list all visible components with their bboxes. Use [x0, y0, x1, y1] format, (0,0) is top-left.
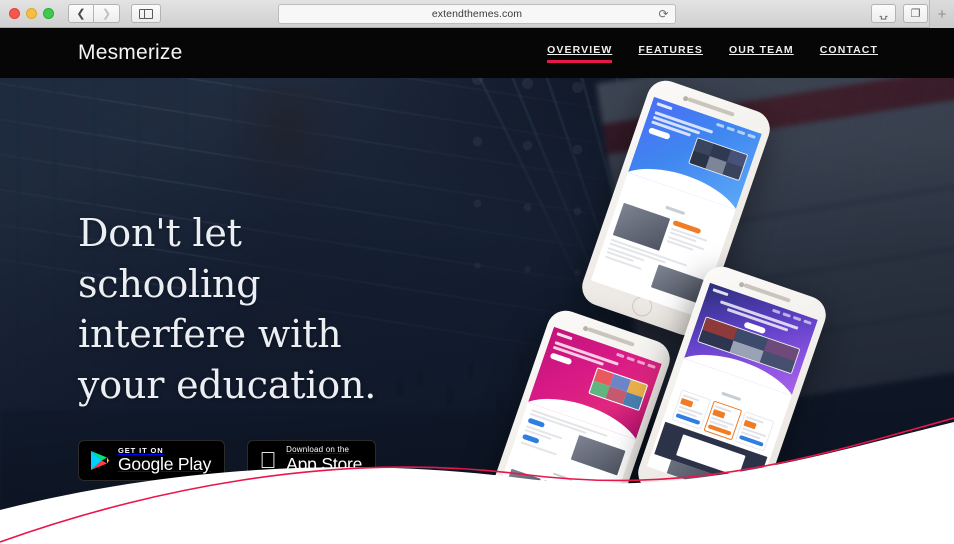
show-tabs-icon: ❐	[910, 8, 921, 20]
back-button[interactable]: ❮	[68, 4, 94, 23]
url-text: extendthemes.com	[431, 8, 523, 20]
share-icon: ⍽	[879, 8, 888, 20]
plus-icon: +	[937, 5, 947, 23]
nav-item-our-team[interactable]: OUR TEAM	[729, 44, 794, 63]
chevron-right-icon: ❯	[101, 8, 112, 20]
browser-window: ❮ ❯ extendthemes.com ⟳ ⍽ ❐ + Mesmerize O…	[0, 0, 954, 544]
maximize-button[interactable]	[43, 8, 54, 19]
sidebar-toggle-icon	[139, 8, 153, 19]
sidebar-toggle-button[interactable]	[131, 4, 161, 23]
main-navigation: OVERVIEW FEATURES OUR TEAM CONTACT	[547, 28, 878, 78]
show-tabs-button[interactable]: ❐	[903, 4, 928, 23]
minimize-button[interactable]	[26, 8, 37, 19]
forward-button[interactable]: ❯	[94, 4, 120, 23]
address-bar[interactable]: extendthemes.com ⟳	[278, 4, 676, 24]
browser-toolbar: ❮ ❯ extendthemes.com ⟳ ⍽ ❐ +	[0, 0, 954, 28]
wave-white-fill	[0, 422, 954, 544]
reload-icon[interactable]: ⟳	[657, 8, 670, 21]
site-logo[interactable]: Mesmerize	[78, 41, 182, 65]
window-controls	[0, 8, 54, 19]
new-tab-button[interactable]: +	[929, 0, 954, 28]
hero-headline: Don't let schooling interfere with your …	[78, 211, 377, 407]
nav-item-overview[interactable]: OVERVIEW	[547, 44, 613, 63]
wave-svg	[0, 417, 954, 544]
close-button[interactable]	[9, 8, 20, 19]
nav-item-contact[interactable]: CONTACT	[820, 44, 878, 63]
web-page-viewport: Mesmerize OVERVIEW FEATURES OUR TEAM CONTAC…	[0, 28, 954, 544]
bottom-wave-divider	[0, 414, 954, 544]
site-header: Mesmerize OVERVIEW FEATURES OUR TEAM CONTAC…	[0, 28, 954, 78]
share-button[interactable]: ⍽	[871, 4, 896, 23]
chevron-left-icon: ❮	[76, 8, 86, 20]
nav-item-features[interactable]: FEATURES	[638, 44, 703, 63]
navigation-buttons: ❮ ❯	[68, 4, 120, 23]
toolbar-right-buttons: ⍽ ❐	[871, 4, 928, 23]
